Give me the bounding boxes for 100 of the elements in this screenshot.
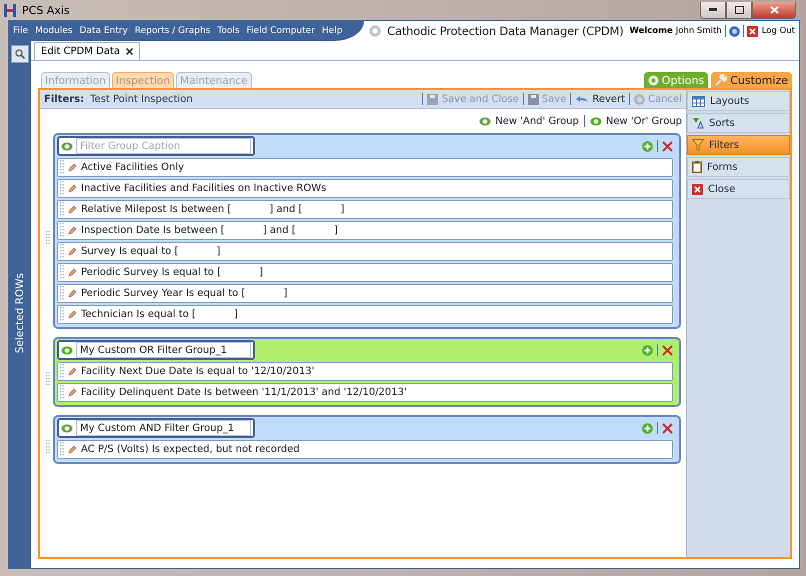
grip-icon <box>60 244 64 259</box>
filter-condition[interactable]: Periodic Survey Is equal to [ ] <box>57 263 673 282</box>
delete-button[interactable] <box>662 344 673 356</box>
filter-condition[interactable]: Periodic Survey Year Is equal to [ ] <box>57 284 673 303</box>
filter-condition[interactable]: Relative Milepost Is between [ ] and [ ] <box>57 200 673 219</box>
ring-icon <box>61 424 73 432</box>
maximize-button[interactable] <box>726 2 752 18</box>
grip-icon[interactable] <box>46 231 50 246</box>
pencil-icon <box>68 289 77 298</box>
grip-icon <box>60 223 64 238</box>
menu-item[interactable]: Reports / Graphs <box>134 26 210 36</box>
menu-item[interactable]: Field Computer <box>246 26 315 36</box>
delete-icon <box>662 422 673 434</box>
grip-icon[interactable] <box>46 372 50 387</box>
sidebar-item[interactable]: Sorts <box>687 113 790 133</box>
group-caption-field[interactable]: My Custom OR Filter Group_1 <box>76 342 251 358</box>
document-tab[interactable]: Edit CPDM Data <box>34 42 140 60</box>
grip-icon <box>60 181 64 196</box>
menu-item[interactable]: Data Entry <box>79 26 128 36</box>
add-icon <box>642 344 653 356</box>
sidebar-item[interactable]: Filters <box>687 135 790 155</box>
panel-tab[interactable]: Customize <box>711 72 792 88</box>
add-button[interactable] <box>642 140 653 152</box>
close-button[interactable] <box>752 2 796 18</box>
user-name: John Smith <box>676 26 722 36</box>
cpdm-logo-icon <box>369 23 382 39</box>
pencil-icon <box>68 367 77 376</box>
sidebar-item[interactable]: Close <box>687 179 790 199</box>
close-icon <box>126 48 133 55</box>
filter-name: Test Point Inspection <box>90 94 193 104</box>
pencil-icon <box>68 445 77 454</box>
sort-icon <box>692 117 704 129</box>
filters-label: Filters: <box>44 94 84 104</box>
filter-condition[interactable]: AC P/S (Volts) Is expected, but not recorded <box>57 440 673 459</box>
filter-condition[interactable]: Facility Next Due Date Is equal to '12/10/2013' <box>57 362 673 381</box>
pencil-icon <box>68 205 77 214</box>
window-title: PCS Axis <box>22 4 70 16</box>
grip-icon <box>60 202 64 217</box>
menu-item[interactable]: Tools <box>217 26 240 36</box>
add-button[interactable] <box>642 422 653 434</box>
grip-icon[interactable] <box>46 440 50 454</box>
group-caption-field[interactable]: My Custom AND Filter Group_1 <box>76 420 251 436</box>
delete-icon <box>662 140 673 152</box>
minimize-icon <box>709 8 717 11</box>
toolbar-button[interactable]: Revert <box>575 94 626 104</box>
menu-item[interactable]: Modules <box>35 26 72 36</box>
sidebar-item[interactable]: Forms <box>687 157 790 177</box>
side-panel-label[interactable]: Selected ROWs <box>14 273 26 354</box>
funnel-icon <box>692 139 704 151</box>
pencil-icon <box>68 163 77 172</box>
maximize-icon <box>734 6 744 14</box>
app-title: Cathodic Protection Data Manager (CPDM) <box>387 24 624 38</box>
pencil-icon <box>68 247 77 256</box>
delete-icon <box>662 344 673 356</box>
app-logo-icon <box>4 4 16 16</box>
pencil-icon <box>68 184 77 193</box>
group-caption-field[interactable]: Filter Group Caption <box>76 138 251 154</box>
filter-condition[interactable]: Technician Is equal to [ ] <box>57 305 673 324</box>
add-button[interactable] <box>642 344 653 356</box>
pencil-icon <box>68 268 77 277</box>
grip-icon <box>60 160 64 175</box>
new-group-button[interactable]: New 'And' Group <box>479 116 579 126</box>
close-icon <box>746 26 758 36</box>
search-button[interactable] <box>11 45 29 63</box>
filter-condition[interactable]: Inspection Date Is between [ ] and [ ] <box>57 221 673 240</box>
undo-arrow-icon <box>575 94 590 104</box>
menu-item[interactable]: Help <box>322 26 342 36</box>
close-icon <box>770 6 778 14</box>
menu-item[interactable]: File <box>13 26 28 36</box>
cancel-icon <box>634 94 646 104</box>
ring-icon <box>479 116 492 126</box>
filter-condition[interactable]: Facility Delinquent Date Is between '11/1/2013' and '12/10/2013' <box>57 383 673 402</box>
filter-condition[interactable]: Active Facilities Only <box>57 158 673 177</box>
welcome-label: Welcome <box>629 26 673 36</box>
grip-icon <box>60 265 64 280</box>
grip-icon <box>60 385 64 400</box>
pencil-icon <box>68 226 77 235</box>
search-icon <box>15 49 25 59</box>
clipboard-icon <box>692 161 702 173</box>
add-icon <box>642 140 653 152</box>
filter-condition[interactable]: Survey Is equal to [ ] <box>57 242 673 261</box>
wrench-icon <box>715 74 728 86</box>
pencil-icon <box>68 388 77 397</box>
delete-button[interactable] <box>662 422 673 434</box>
help-icon <box>728 26 740 36</box>
help-button[interactable] <box>728 26 740 36</box>
log-out-link[interactable]: Log Out <box>746 26 795 36</box>
new-group-button[interactable]: New 'Or' Group <box>590 116 682 126</box>
delete-button[interactable] <box>662 140 673 152</box>
pencil-icon <box>68 310 77 319</box>
ring-icon <box>61 346 73 354</box>
grip-icon <box>60 286 64 301</box>
sidebar-item[interactable]: Layouts <box>687 91 790 111</box>
minimize-button[interactable] <box>700 2 726 18</box>
add-icon <box>642 422 653 434</box>
filter-condition[interactable]: Inactive Facilities and Facilities on Inactive ROWs <box>57 179 673 198</box>
ring-icon <box>590 116 602 126</box>
grid-icon <box>692 96 705 106</box>
close-icon <box>692 184 703 194</box>
grip-icon <box>60 307 64 322</box>
